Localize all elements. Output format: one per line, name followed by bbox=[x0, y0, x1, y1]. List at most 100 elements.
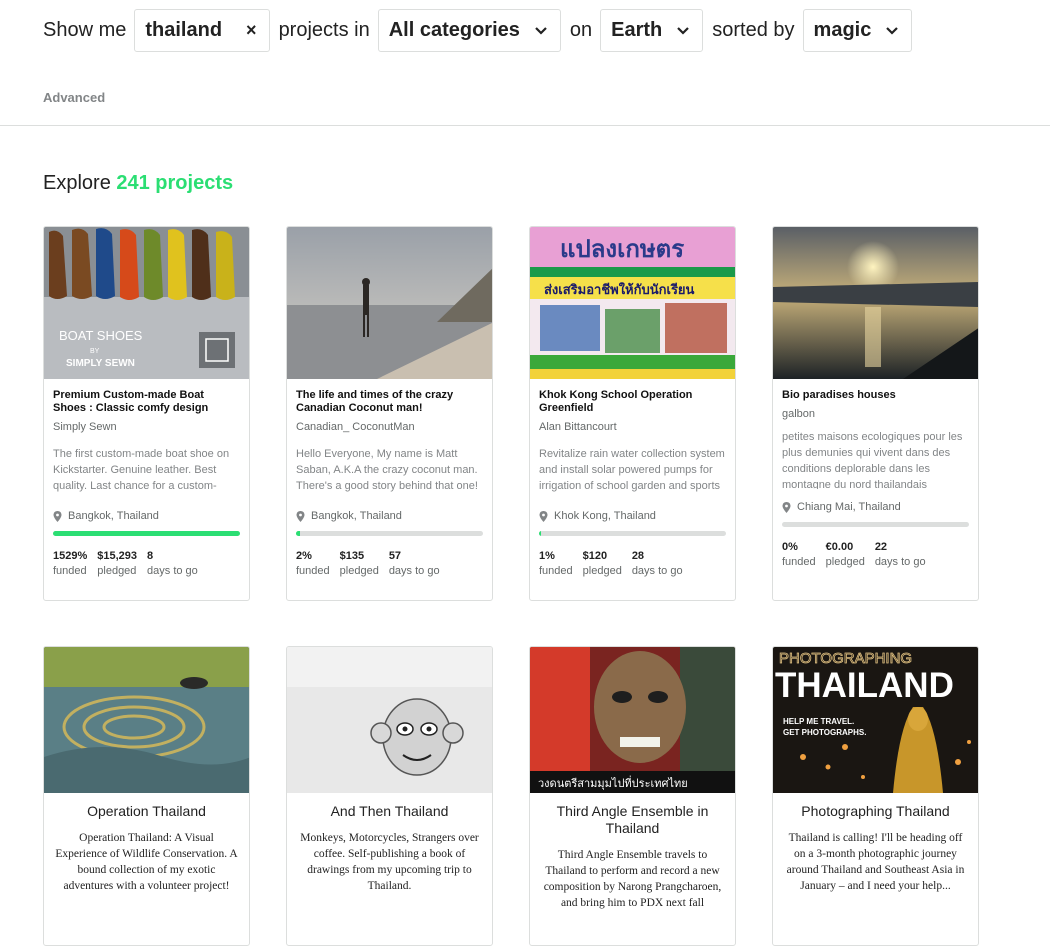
project-stats: 1% funded $120 pledged 28 days to go bbox=[539, 550, 726, 577]
days-value: 57 bbox=[388, 550, 402, 562]
funded-label: funded bbox=[53, 565, 87, 577]
thumb-text: BY bbox=[90, 348, 100, 355]
project-blurb: Operation Thailand: A Visual Experience … bbox=[55, 832, 238, 892]
location-pin-icon bbox=[782, 501, 791, 513]
project-title[interactable]: Premium Custom-made Boat Shoes : Classic… bbox=[53, 389, 240, 415]
location-text[interactable]: Bangkok, Thailand bbox=[311, 510, 402, 522]
location-text[interactable]: Chiang Mai, Thailand bbox=[797, 501, 901, 513]
project-title[interactable]: Third Angle Ensemble in Thailand bbox=[540, 803, 725, 837]
project-thumbnail[interactable] bbox=[773, 227, 978, 379]
funded-value: 1% bbox=[539, 550, 555, 562]
project-card[interactable]: BOAT SHOES BY SIMPLY SEWN Premium Custom… bbox=[43, 226, 250, 601]
pledged-value: $15,293 bbox=[97, 550, 138, 562]
project-blurb: The first custom-made boat shoe on Kicks… bbox=[53, 448, 230, 492]
days-label: days to go bbox=[147, 565, 198, 577]
thumb-text: SIMPLY SEWN bbox=[66, 358, 135, 369]
location-text[interactable]: Khok Kong, Thailand bbox=[554, 510, 656, 522]
project-title[interactable]: Photographing Thailand bbox=[783, 803, 968, 820]
project-location[interactable]: Chiang Mai, Thailand bbox=[782, 501, 969, 513]
clear-search-icon[interactable]: × bbox=[246, 20, 257, 41]
project-title[interactable]: Operation Thailand bbox=[54, 803, 239, 820]
project-stats: 1529% funded $15,293 pledged 8 days to go bbox=[53, 550, 240, 577]
pledged-value: $120 bbox=[582, 550, 608, 562]
project-stats: 2% funded $135 pledged 57 days to go bbox=[296, 550, 483, 577]
location-text[interactable]: Bangkok, Thailand bbox=[68, 510, 159, 522]
sort-value[interactable]: magic bbox=[814, 19, 872, 42]
category-dropdown[interactable]: All categories bbox=[377, 9, 561, 52]
funded-value: 1529% bbox=[53, 550, 88, 562]
project-title[interactable]: Bio paradises houses bbox=[782, 389, 969, 402]
pledged-label: pledged bbox=[339, 565, 379, 577]
project-stats: 0% funded €0.00 pledged 22 days to go bbox=[782, 541, 969, 568]
project-location[interactable]: Khok Kong, Thailand bbox=[539, 510, 726, 522]
project-thumbnail[interactable]: BOAT SHOES BY SIMPLY SEWN bbox=[44, 227, 249, 379]
filter-on-text: on bbox=[569, 19, 593, 41]
funded-value: 2% bbox=[296, 550, 312, 562]
search-pill[interactable]: thailand × bbox=[134, 9, 270, 52]
thumb-text: GET PHOTOGRAPHS. bbox=[783, 728, 866, 737]
project-card[interactable]: The life and times of the crazy Canadian… bbox=[286, 226, 493, 601]
funded-label: funded bbox=[296, 565, 330, 577]
funding-progress-fill bbox=[539, 531, 541, 536]
pledged-value: $135 bbox=[339, 550, 365, 562]
project-creator[interactable]: Alan Bittancourt bbox=[539, 421, 726, 433]
project-card[interactable]: Operation Thailand Operation Thailand: A… bbox=[43, 646, 250, 946]
days-label: days to go bbox=[631, 565, 683, 577]
project-card[interactable]: PHOTOGRAPHING THAILAND HELP ME TRAVEL. G… bbox=[772, 646, 979, 946]
project-thumbnail[interactable] bbox=[287, 227, 492, 379]
location-pin-icon bbox=[296, 510, 305, 522]
chevron-down-icon bbox=[885, 26, 899, 36]
funded-label: funded bbox=[539, 565, 573, 577]
project-title[interactable]: And Then Thailand bbox=[297, 803, 482, 820]
advanced-link[interactable]: Advanced bbox=[43, 90, 105, 105]
thumb-text: PHOTOGRAPHING bbox=[779, 650, 912, 667]
category-value[interactable]: All categories bbox=[389, 19, 520, 42]
sort-dropdown[interactable]: magic bbox=[802, 9, 913, 52]
project-blurb: Revitalize rain water collection system … bbox=[539, 448, 725, 492]
filter-sorted-text: sorted by bbox=[712, 19, 795, 41]
pledged-value: €0.00 bbox=[825, 541, 854, 553]
explore-heading: Explore 241 projects bbox=[43, 172, 233, 195]
funding-progress-bar bbox=[539, 531, 726, 536]
funding-progress-bar bbox=[53, 531, 240, 536]
project-thumbnail[interactable] bbox=[44, 647, 249, 793]
filter-prefix: Show me bbox=[43, 19, 127, 41]
project-location[interactable]: Bangkok, Thailand bbox=[53, 510, 240, 522]
location-pin-icon bbox=[539, 510, 548, 522]
thumb-text: BOAT SHOES bbox=[59, 328, 143, 343]
search-value[interactable]: thailand bbox=[145, 19, 222, 42]
days-label: days to go bbox=[388, 565, 440, 577]
project-card[interactable]: Bio paradises houses galbon petites mais… bbox=[772, 226, 979, 601]
project-blurb: Third Angle Ensemble travels to Thailand… bbox=[543, 849, 722, 909]
project-title[interactable]: Khok Kong School Operation Greenfield bbox=[539, 389, 726, 415]
project-card[interactable]: แปลงเกษตร ส่งเสริมอาชีพให้กับนักเรียน Kh… bbox=[529, 226, 736, 601]
divider bbox=[0, 125, 1050, 126]
days-label: days to go bbox=[874, 556, 926, 568]
project-creator[interactable]: galbon bbox=[782, 408, 969, 420]
pledged-label: pledged bbox=[825, 556, 865, 568]
project-creator[interactable]: Simply Sewn bbox=[53, 421, 240, 433]
thumb-text: ส่งเสริมอาชีพให้กับนักเรียน bbox=[544, 281, 695, 298]
location-pin-icon bbox=[53, 510, 62, 522]
project-count[interactable]: 241 projects bbox=[116, 172, 233, 194]
location-dropdown[interactable]: Earth bbox=[600, 9, 704, 52]
project-thumbnail[interactable]: PHOTOGRAPHING THAILAND HELP ME TRAVEL. G… bbox=[773, 647, 978, 793]
project-blurb: Thailand is calling! I'll be heading off… bbox=[786, 832, 965, 892]
project-title[interactable]: The life and times of the crazy Canadian… bbox=[296, 389, 483, 415]
project-card[interactable]: And Then Thailand Monkeys, Motorcycles, … bbox=[286, 646, 493, 946]
funded-value: 0% bbox=[782, 541, 798, 553]
project-location[interactable]: Bangkok, Thailand bbox=[296, 510, 483, 522]
days-value: 28 bbox=[631, 550, 645, 562]
days-value: 8 bbox=[147, 550, 154, 562]
project-thumbnail[interactable]: วงดนตรีสามมุมไปที่ประเทศไทย bbox=[530, 647, 735, 793]
project-thumbnail[interactable] bbox=[287, 647, 492, 793]
thumb-text: THAILAND bbox=[775, 666, 954, 705]
project-creator[interactable]: Canadian_ CoconutMan bbox=[296, 421, 483, 433]
filter-bar: Show me thailand × projects in All categ… bbox=[43, 8, 921, 53]
project-thumbnail[interactable]: แปลงเกษตร ส่งเสริมอาชีพให้กับนักเรียน bbox=[530, 227, 735, 379]
project-card[interactable]: วงดนตรีสามมุมไปที่ประเทศไทย Third Angle … bbox=[529, 646, 736, 946]
location-value[interactable]: Earth bbox=[611, 19, 662, 42]
thumb-text: HELP ME TRAVEL. bbox=[783, 717, 854, 726]
funding-progress-bar bbox=[296, 531, 483, 536]
funded-label: funded bbox=[782, 556, 816, 568]
